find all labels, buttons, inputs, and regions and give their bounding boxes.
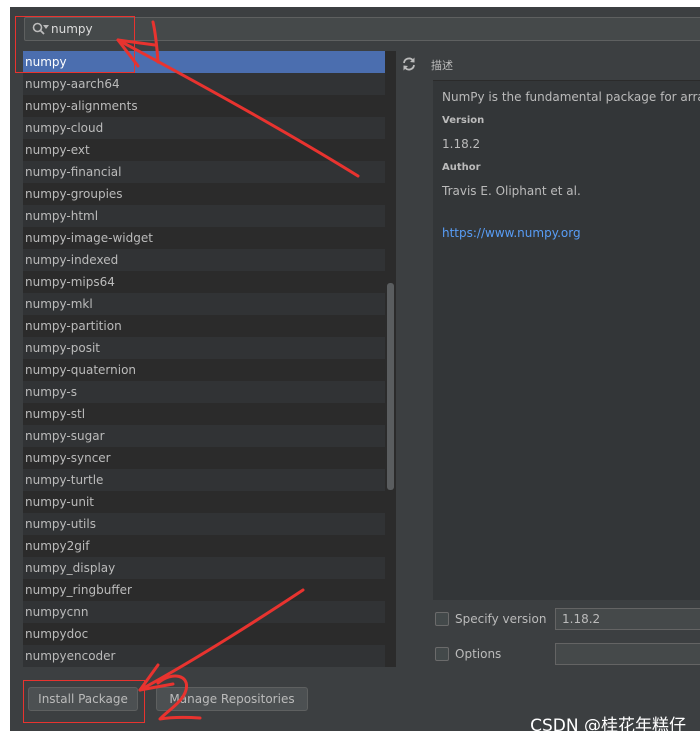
search-input[interactable]: [51, 20, 651, 38]
description-panel: NumPy is the fundamental package for arr…: [433, 80, 700, 600]
specify-version-label: Specify version: [455, 612, 547, 626]
homepage-link[interactable]: https://www.numpy.org: [442, 226, 581, 240]
manage-repositories-button[interactable]: Manage Repositories: [156, 687, 308, 711]
package-list-item[interactable]: numpy-groupies: [23, 183, 396, 205]
package-list-item[interactable]: numpy2gif: [23, 535, 396, 557]
package-list-item[interactable]: numpy-indexed: [23, 249, 396, 271]
package-list[interactable]: numpy numpy-aarch64 numpy-alignments numpy-…: [23, 51, 396, 667]
package-list-item[interactable]: numpy-cloud: [23, 117, 396, 139]
search-highlight-box: [15, 16, 135, 73]
csdn-watermark: CSDN @桂花年糕仔: [530, 716, 686, 736]
specify-version-checkbox[interactable]: [435, 612, 449, 626]
package-list-item[interactable]: numpy-s: [23, 381, 396, 403]
package-list-item[interactable]: numpy_ringbuffer: [23, 579, 396, 601]
package-list-item[interactable]: numpy_display: [23, 557, 396, 579]
package-list-item[interactable]: numpy-html: [23, 205, 396, 227]
package-list-item[interactable]: numpy-sugar: [23, 425, 396, 447]
package-list-item[interactable]: numpy-turtle: [23, 469, 396, 491]
options-input[interactable]: [555, 643, 700, 665]
options-checkbox[interactable]: [435, 647, 449, 661]
version-select[interactable]: 1.18.2: [555, 608, 700, 630]
package-summary: NumPy is the fundamental package for arr…: [442, 90, 700, 104]
package-list-item[interactable]: numpyencoder: [23, 645, 396, 667]
package-list-item[interactable]: numpy-stl: [23, 403, 396, 425]
author-value: Travis E. Oliphant et al.: [442, 184, 581, 198]
package-list-item[interactable]: numpy-utils: [23, 513, 396, 535]
package-list-item[interactable]: numpycnn: [23, 601, 396, 623]
package-list-item[interactable]: numpy-aarch64: [23, 73, 396, 95]
version-heading: Version: [442, 115, 485, 126]
package-list-item[interactable]: numpydoc: [23, 623, 396, 645]
package-list-item[interactable]: numpy-quaternion: [23, 359, 396, 381]
package-list-item[interactable]: numpy-posit: [23, 337, 396, 359]
package-list-item[interactable]: numpy-mkl: [23, 293, 396, 315]
description-label: 描述: [431, 59, 453, 72]
package-list-item[interactable]: numpy-syncer: [23, 447, 396, 469]
version-value: 1.18.2: [442, 137, 481, 151]
package-list-item[interactable]: numpy-image-widget: [23, 227, 396, 249]
package-list-item[interactable]: numpy-alignments: [23, 95, 396, 117]
package-list-item[interactable]: numpy-ext: [23, 139, 396, 161]
package-list-item[interactable]: numpy-financial: [23, 161, 396, 183]
scrollbar-thumb[interactable]: [387, 283, 394, 490]
install-highlight-box: [23, 680, 145, 723]
options-label: Options: [455, 647, 502, 661]
package-list-item[interactable]: numpy-unit: [23, 491, 396, 513]
author-heading: Author: [442, 162, 481, 173]
refresh-icon[interactable]: [398, 53, 420, 75]
package-list-item[interactable]: numpy-mips64: [23, 271, 396, 293]
package-list-item[interactable]: numpy-partition: [23, 315, 396, 337]
